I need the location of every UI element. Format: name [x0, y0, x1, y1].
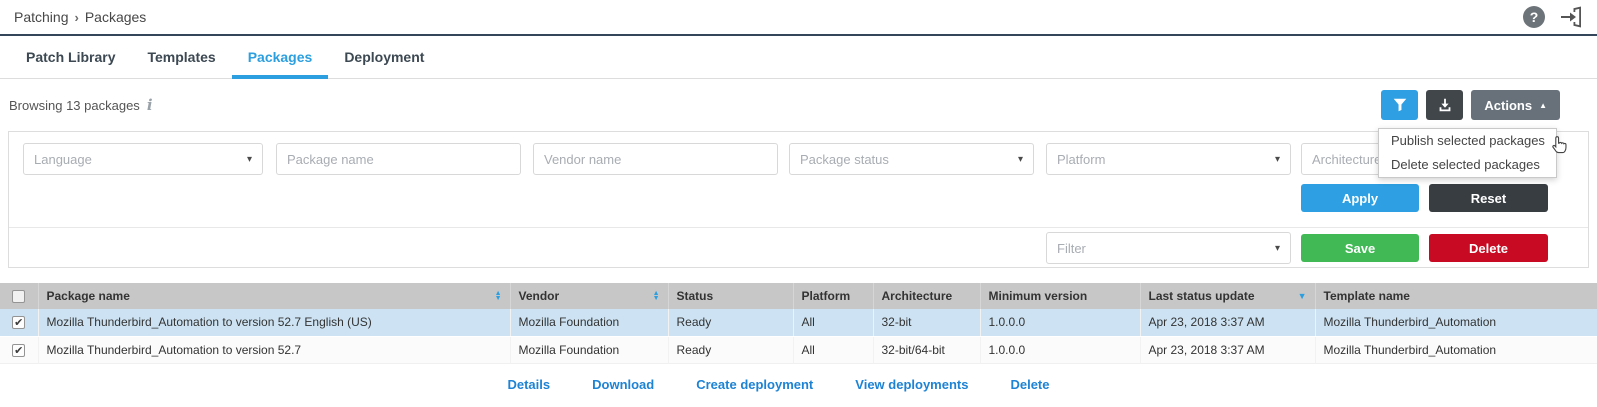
create-deployment-link[interactable]: Create deployment [696, 377, 813, 392]
column-header-minimum-version[interactable]: Minimum version [980, 283, 1140, 309]
cell-template-name: Mozilla Thunderbird_Automation [1315, 309, 1597, 336]
panel-divider [9, 227, 1588, 228]
tab-packages[interactable]: Packages [232, 36, 329, 78]
cell-template-name: Mozilla Thunderbird_Automation [1315, 336, 1597, 363]
view-deployments-link[interactable]: View deployments [855, 377, 968, 392]
package-status-placeholder: Package status [800, 152, 889, 167]
cell-last-status-update: Apr 23, 2018 3:37 AM [1140, 336, 1315, 363]
chevron-down-icon: ▾ [1275, 243, 1280, 254]
language-select[interactable]: Language ▾ [23, 143, 263, 175]
breadcrumb: Patching › Packages [14, 9, 146, 25]
sort-icon[interactable]: ▲▼ [495, 291, 502, 301]
tab-templates[interactable]: Templates [131, 36, 231, 78]
cell-status: Ready [668, 309, 793, 336]
package-status-select[interactable]: Package status ▾ [789, 143, 1034, 175]
row-actions-bar: Details Download Create deployment View … [0, 364, 1597, 392]
sort-descending-icon[interactable]: ▼ [1298, 291, 1307, 301]
actions-button[interactable]: Actions ▲ [1471, 90, 1560, 120]
breadcrumb-separator: › [74, 10, 78, 25]
row-checkbox[interactable]: ✔ [12, 344, 25, 357]
saved-filter-placeholder: Filter [1057, 241, 1086, 256]
table-row[interactable]: ✔ Mozilla Thunderbird_Automation to vers… [0, 336, 1597, 363]
download-link[interactable]: Download [592, 377, 654, 392]
cell-last-status-update: Apr 23, 2018 3:37 AM [1140, 309, 1315, 336]
column-header-vendor[interactable]: Vendor ▲▼ [510, 283, 668, 309]
cell-vendor: Mozilla Foundation [510, 336, 668, 363]
column-label: Vendor [519, 289, 560, 303]
column-label: Package name [47, 289, 130, 303]
cell-minimum-version: 1.0.0.0 [980, 336, 1140, 363]
menu-item-label: Delete selected packages [1391, 157, 1540, 172]
cell-minimum-version: 1.0.0.0 [980, 309, 1140, 336]
saved-filter-select[interactable]: Filter ▾ [1046, 232, 1291, 264]
help-icon[interactable]: ? [1523, 6, 1545, 28]
sort-icon[interactable]: ▲▼ [653, 291, 660, 301]
browsing-count-text: Browsing 13 packages [9, 98, 140, 113]
select-all-checkbox[interactable] [12, 290, 25, 303]
funnel-icon [1391, 96, 1409, 114]
top-bar: Patching › Packages ? [0, 0, 1597, 36]
menu-item-label: Publish selected packages [1391, 133, 1545, 148]
breadcrumb-page: Packages [85, 9, 146, 25]
tab-bar: Patch Library Templates Packages Deploym… [0, 36, 1597, 79]
hand-cursor-icon [1548, 134, 1570, 156]
vendor-name-input[interactable] [533, 143, 778, 175]
tab-deployment[interactable]: Deployment [328, 36, 440, 78]
column-header-status[interactable]: Status [668, 283, 793, 309]
delete-link[interactable]: Delete [1010, 377, 1049, 392]
table-header-row: Package name ▲▼ Vendor ▲▼ Status Platfor… [0, 283, 1597, 309]
cell-status: Ready [668, 336, 793, 363]
language-select-placeholder: Language [34, 152, 92, 167]
menu-item-delete-selected-packages[interactable]: Delete selected packages [1379, 153, 1556, 177]
cell-package-name: Mozilla Thunderbird_Automation to versio… [38, 336, 510, 363]
chevron-down-icon: ▾ [247, 154, 252, 165]
table-row[interactable]: ✔ Mozilla Thunderbird_Automation to vers… [0, 309, 1597, 336]
chevron-down-icon: ▾ [1275, 154, 1280, 165]
cell-vendor: Mozilla Foundation [510, 309, 668, 336]
download-icon [1436, 96, 1454, 114]
reset-button[interactable]: Reset [1429, 184, 1548, 212]
column-header-architecture[interactable]: Architecture [873, 283, 980, 309]
logout-icon[interactable] [1559, 5, 1583, 29]
column-header-last-status-update[interactable]: Last status update ▼ [1140, 283, 1315, 309]
info-icon[interactable]: i [147, 96, 153, 114]
cell-package-name: Mozilla Thunderbird_Automation to versio… [38, 309, 510, 336]
architecture-select-placeholder: Architecture [1312, 152, 1381, 167]
cell-platform: All [793, 336, 873, 363]
delete-filter-button[interactable]: Delete [1429, 234, 1548, 262]
tab-patch-library[interactable]: Patch Library [10, 36, 131, 78]
filter-panel: Language ▾ Package status ▾ Platform ▾ A… [8, 131, 1589, 268]
platform-select-placeholder: Platform [1057, 152, 1105, 167]
cell-architecture: 32-bit [873, 309, 980, 336]
menu-item-publish-selected-packages[interactable]: Publish selected packages [1379, 129, 1556, 153]
cell-platform: All [793, 309, 873, 336]
breadcrumb-section[interactable]: Patching [14, 9, 68, 25]
column-header-package-name[interactable]: Package name ▲▼ [38, 283, 510, 309]
packages-table: Package name ▲▼ Vendor ▲▼ Status Platfor… [0, 283, 1597, 364]
actions-menu: Publish selected packages Delete selecte… [1378, 128, 1557, 178]
cell-architecture: 32-bit/64-bit [873, 336, 980, 363]
platform-select[interactable]: Platform ▾ [1046, 143, 1291, 175]
chevron-up-icon: ▲ [1539, 101, 1547, 110]
column-header-template-name[interactable]: Template name [1315, 283, 1597, 309]
chevron-down-icon: ▾ [1018, 154, 1023, 165]
download-button[interactable] [1426, 90, 1463, 120]
package-name-input[interactable] [276, 143, 521, 175]
filter-toggle-button[interactable] [1381, 90, 1418, 120]
column-header-platform[interactable]: Platform [793, 283, 873, 309]
actions-button-label: Actions [1484, 98, 1532, 113]
row-checkbox[interactable]: ✔ [12, 316, 25, 329]
save-filter-button[interactable]: Save [1301, 234, 1419, 262]
toolbar-row: Browsing 13 packages i Actions ▲ [0, 79, 1597, 131]
apply-button[interactable]: Apply [1301, 184, 1419, 212]
details-link[interactable]: Details [507, 377, 550, 392]
column-label: Last status update [1149, 289, 1255, 303]
